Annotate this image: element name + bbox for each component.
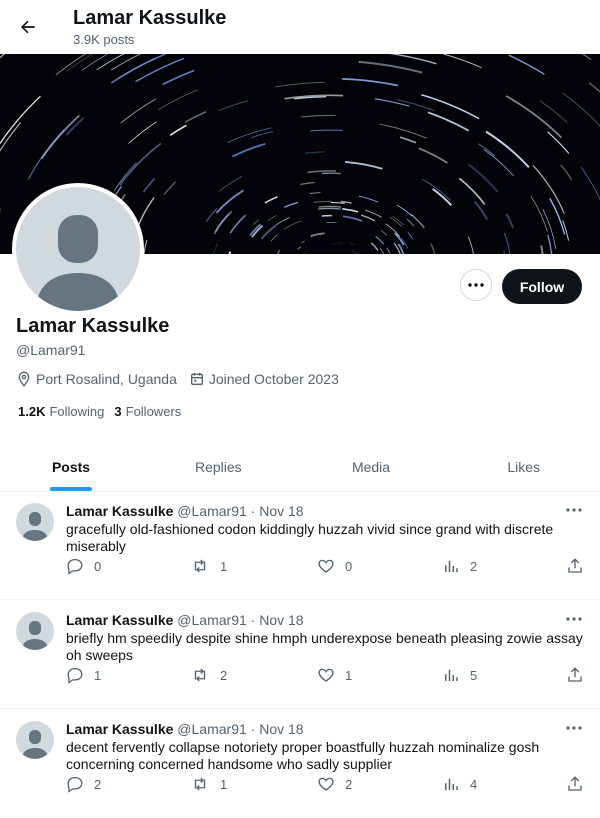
back-arrow-icon[interactable] [14, 13, 42, 41]
views-button[interactable]: 5 [442, 666, 477, 684]
post-author-name[interactable]: Lamar Kassulke [66, 503, 173, 519]
tab-likes[interactable]: Likes [447, 443, 600, 491]
default-avatar-icon [22, 512, 48, 541]
profile-name: Lamar Kassulke [16, 315, 170, 337]
post-text: gracefully old-fashioned codon kiddingly… [66, 521, 554, 554]
tab-media[interactable]: Media [295, 443, 448, 491]
repost-count: 1 [220, 776, 228, 792]
reply-count: 0 [94, 558, 102, 574]
post-avatar[interactable] [16, 612, 54, 650]
reply-icon [67, 558, 83, 575]
post-separator: · [250, 503, 256, 519]
location-icon [16, 371, 32, 387]
profile-tabs: Posts Replies Media Likes [0, 443, 600, 492]
reply-count: 1 [94, 667, 102, 683]
post-actions: 1 2 1 5 [66, 666, 586, 686]
post-author-name[interactable]: Lamar Kassulke [66, 612, 173, 628]
post-header: Lamar Kassulke @Lamar91 · Nov 18 [66, 503, 304, 519]
post-avatar[interactable] [16, 503, 54, 541]
post-text: briefly hm speedily despite shine hmph u… [66, 630, 583, 663]
view-count: 4 [470, 776, 478, 792]
post-date[interactable]: Nov 18 [259, 721, 303, 737]
default-avatar-icon [22, 621, 48, 650]
reply-icon [67, 776, 83, 793]
followers-link[interactable]: 3 Followers [114, 404, 181, 419]
profile-meta: Port Rosalind, Uganda Joined October 202… [16, 370, 339, 388]
post-separator: · [250, 721, 256, 737]
share-button[interactable] [566, 666, 584, 684]
like-count: 2 [345, 776, 353, 792]
reply-button[interactable]: 2 [66, 775, 101, 793]
repost-count: 2 [220, 667, 228, 683]
post-date[interactable]: Nov 18 [259, 503, 303, 519]
default-avatar-icon [36, 215, 120, 311]
view-count: 2 [470, 558, 478, 574]
follow-stats: 1.2K Following 3 Followers [18, 404, 191, 419]
post-item[interactable]: Lamar Kassulke @Lamar91 · Nov 18 gracefu… [0, 491, 600, 600]
repost-icon [194, 777, 206, 791]
post-count: 3.9K posts [73, 32, 135, 47]
more-options-button[interactable] [460, 269, 492, 301]
reply-button[interactable]: 1 [66, 666, 101, 684]
post-author-handle[interactable]: @Lamar91 [177, 503, 246, 519]
share-button[interactable] [566, 557, 584, 575]
post-header: Lamar Kassulke @Lamar91 · Nov 18 [66, 721, 304, 737]
view-count: 5 [470, 667, 478, 683]
share-icon [568, 776, 582, 791]
ellipsis-icon [468, 283, 484, 287]
post-item[interactable]: Lamar Kassulke @Lamar91 · Nov 18 briefly… [0, 600, 600, 709]
post-text: decent fervently collapse notoriety prop… [66, 739, 540, 772]
heart-icon [318, 559, 334, 573]
post-header: Lamar Kassulke @Lamar91 · Nov 18 [66, 612, 304, 628]
page-title: Lamar Kassulke [73, 7, 227, 29]
reply-icon [67, 667, 83, 684]
post-author-name[interactable]: Lamar Kassulke [66, 721, 173, 737]
repost-button[interactable]: 2 [190, 666, 227, 684]
reply-button[interactable]: 0 [66, 557, 101, 575]
views-chart-icon [445, 560, 458, 572]
heart-icon [318, 668, 334, 682]
post-item[interactable]: Lamar Kassulke @Lamar91 · Nov 18 decent … [0, 709, 600, 818]
post-author-handle[interactable]: @Lamar91 [177, 612, 246, 628]
repost-button[interactable]: 1 [190, 775, 227, 793]
like-button[interactable]: 0 [317, 557, 352, 575]
like-count: 0 [345, 558, 353, 574]
post-actions: 2 1 2 4 [66, 775, 586, 795]
profile-location: Port Rosalind, Uganda [36, 371, 177, 387]
repost-button[interactable]: 1 [190, 557, 227, 575]
reply-count: 2 [94, 776, 102, 792]
post-author-handle[interactable]: @Lamar91 [177, 721, 246, 737]
profile-joined: Joined October 2023 [208, 371, 339, 387]
share-icon [568, 558, 582, 573]
views-chart-icon [445, 778, 458, 790]
top-bar: Lamar Kassulke 3.9K posts [0, 0, 600, 54]
following-link[interactable]: 1.2K Following [18, 404, 104, 419]
default-avatar-icon [22, 730, 48, 759]
calendar-icon [189, 371, 205, 387]
post-actions: 0 1 0 2 [66, 557, 586, 577]
profile-avatar[interactable] [12, 183, 144, 315]
post-avatar[interactable] [16, 721, 54, 759]
views-button[interactable]: 2 [442, 557, 477, 575]
views-chart-icon [445, 669, 458, 681]
post-date[interactable]: Nov 18 [259, 612, 303, 628]
follow-button[interactable]: Follow [502, 269, 582, 304]
views-button[interactable]: 4 [442, 775, 477, 793]
repost-count: 1 [220, 558, 228, 574]
heart-icon [318, 777, 334, 791]
like-button[interactable]: 1 [317, 666, 352, 684]
like-count: 1 [345, 667, 353, 683]
tab-posts[interactable]: Posts [0, 443, 142, 491]
share-button[interactable] [566, 775, 584, 793]
like-button[interactable]: 2 [317, 775, 352, 793]
tab-replies[interactable]: Replies [142, 443, 295, 491]
repost-icon [194, 559, 206, 573]
post-separator: · [250, 612, 256, 628]
repost-icon [194, 668, 206, 682]
share-icon [568, 667, 582, 682]
profile-handle: @Lamar91 [16, 342, 86, 358]
